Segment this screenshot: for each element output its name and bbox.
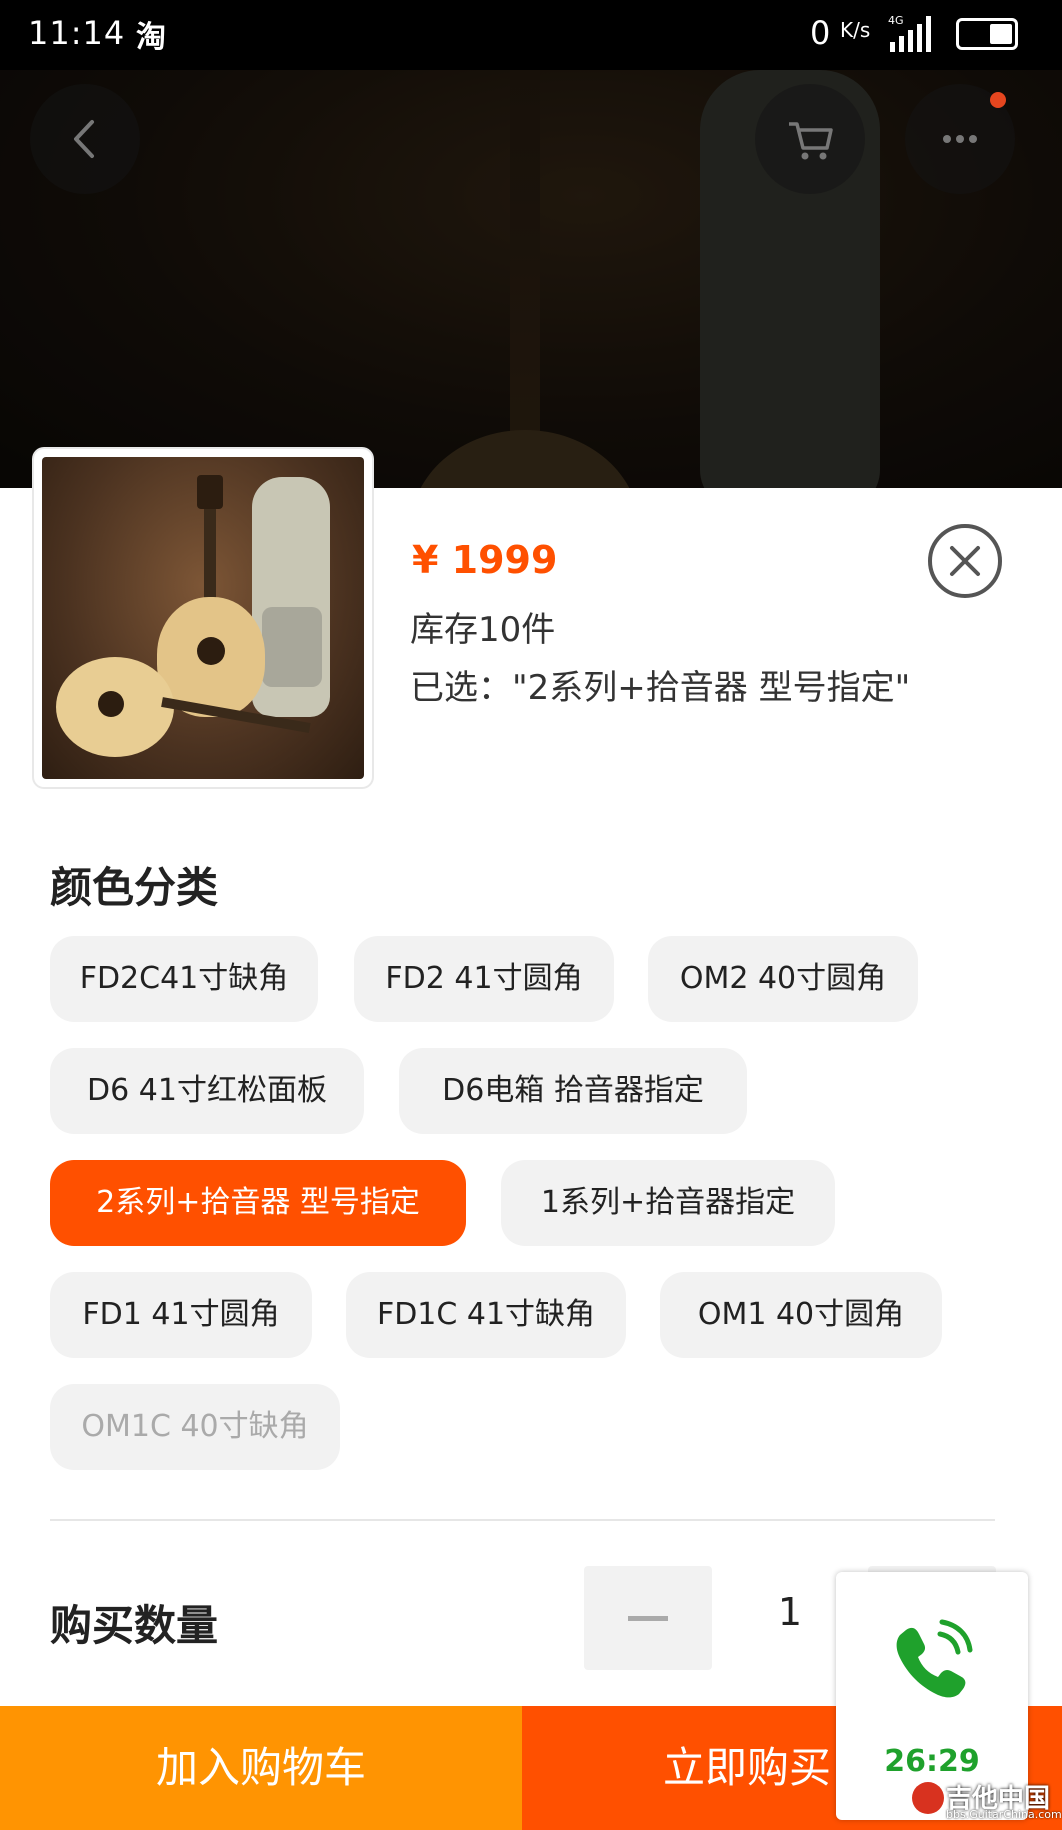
site-watermark: 吉他中国 bbs.GuitarChina.com — [906, 1778, 1062, 1822]
sku-option[interactable]: FD1C 41寸缺角 — [346, 1272, 626, 1358]
product-price: ¥ 1999 — [412, 538, 558, 582]
network-speed: 0 — [810, 14, 831, 52]
guitar-logo-icon — [912, 1782, 944, 1814]
network-speed-unit: K/s — [840, 18, 871, 42]
close-button[interactable] — [928, 524, 1002, 598]
status-time: 11:14 — [28, 14, 126, 52]
close-icon — [950, 546, 980, 576]
taobao-app-icon: 淘 — [136, 20, 166, 55]
call-duration: 26:29 — [884, 1744, 980, 1779]
sku-option[interactable]: 1系列+拾音器指定 — [501, 1160, 835, 1246]
color-category-title: 颜色分类 — [50, 863, 219, 912]
selected-option: 已选："2系列+拾音器 型号指定" — [410, 668, 911, 708]
sku-option[interactable]: OM1 40寸圆角 — [660, 1272, 942, 1358]
sku-option-selected[interactable]: 2系列+拾音器 型号指定 — [50, 1160, 466, 1246]
add-to-cart-button[interactable]: 加入购物车 — [0, 1706, 522, 1830]
network-type-label: 4G — [888, 14, 904, 27]
divider — [50, 1519, 995, 1521]
phone-icon — [896, 1619, 973, 1698]
sku-option[interactable]: OM2 40寸圆角 — [648, 936, 918, 1022]
quantity-value[interactable]: 1 — [760, 1590, 820, 1634]
sku-option[interactable]: FD2C41寸缺角 — [50, 936, 318, 1022]
sku-option-disabled: OM1C 40寸缺角 — [50, 1384, 340, 1470]
watermark-url: bbs.GuitarChina.com — [946, 1808, 1062, 1821]
notification-dot — [990, 92, 1006, 108]
sku-option[interactable]: D6 41寸红松面板 — [50, 1048, 364, 1134]
sku-options: FD2C41寸缺角 FD2 41寸圆角 OM2 40寸圆角 D6 41寸红松面板… — [50, 936, 1010, 1496]
stock-count: 库存10件 — [410, 610, 556, 650]
quantity-decrease-button[interactable] — [584, 1566, 712, 1670]
chevron-left-icon — [74, 120, 94, 158]
minus-icon — [628, 1616, 668, 1621]
sku-option[interactable]: FD1 41寸圆角 — [50, 1272, 312, 1358]
quantity-title: 购买数量 — [50, 1601, 219, 1650]
product-thumbnail — [34, 449, 372, 787]
signal-icon: 4G — [888, 14, 931, 52]
more-dots-icon — [943, 135, 977, 143]
cart-button[interactable] — [755, 84, 865, 194]
sku-option[interactable]: FD2 41寸圆角 — [354, 936, 614, 1022]
battery-icon — [956, 18, 1018, 50]
sku-option[interactable]: D6电箱 拾音器指定 — [399, 1048, 747, 1134]
back-button[interactable] — [30, 84, 140, 194]
cart-icon — [789, 122, 833, 160]
status-bar: 11:14 淘 0 K/s 4G — [0, 0, 1062, 70]
product-image-banner — [0, 70, 1062, 490]
